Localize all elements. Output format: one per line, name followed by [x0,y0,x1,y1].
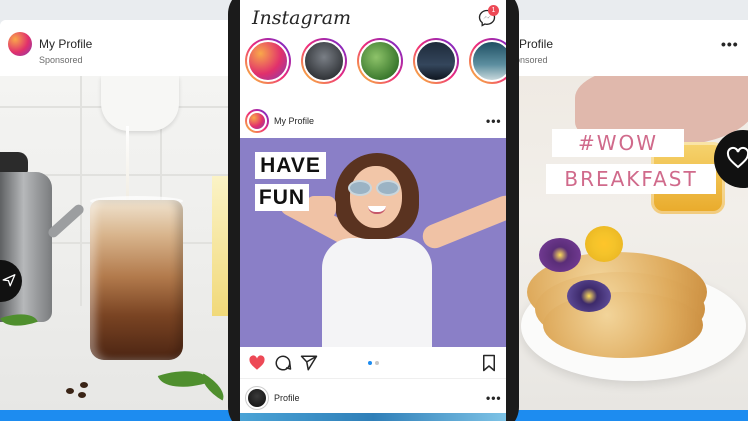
left-card-header: My Profile Sponsored [0,20,236,76]
post-divider [240,378,506,379]
story-item[interactable] [357,38,403,84]
post-actions-bar [240,350,506,376]
left-card-cta-strip[interactable] [0,410,236,421]
overlay-breakfast-text: BREAKFAST [546,164,716,194]
story-item[interactable] [301,38,347,84]
overlay-wow-text: #WOW [552,129,684,157]
right-card-profile-name[interactable]: Profile [519,37,553,51]
next-post-profile-name[interactable]: Profile [274,393,300,403]
right-ad-card: Profile onsored ••• #WOW BREAKFAST [515,20,748,421]
stories-tray [245,38,506,88]
left-card-avatar[interactable] [8,32,32,56]
phone-screen: Instagram 1 My Profile ••• HAVE FUN Prof… [240,0,506,421]
carousel-indicator [368,361,380,365]
instagram-logo[interactable]: Instagram [252,7,351,29]
next-post-more-button[interactable]: ••• [486,391,502,405]
right-card-more-button[interactable]: ••• [721,36,739,52]
comment-icon[interactable] [274,354,292,372]
notification-badge: 1 [488,5,499,16]
overlay-have-text: HAVE [255,152,326,179]
like-icon[interactable] [248,354,266,372]
post-profile-name[interactable]: My Profile [274,116,314,126]
left-card-profile-name[interactable]: My Profile [39,37,92,51]
story-item[interactable] [469,38,506,84]
next-post-header: Profile ••• [240,384,506,412]
overlay-fun-text: FUN [255,184,309,211]
post-avatar[interactable] [245,109,269,133]
left-card-sponsored-label: Sponsored [39,55,83,65]
next-post-image[interactable] [240,413,506,421]
right-card-cta-strip[interactable] [515,410,748,421]
share-icon[interactable] [300,354,318,372]
right-card-photo: #WOW BREAKFAST [515,76,748,411]
heart-icon [726,146,748,169]
right-card-sponsored-label: onsored [515,55,548,65]
post-image[interactable]: HAVE FUN [240,138,506,347]
post-header: My Profile ••• [240,106,506,138]
story-item[interactable] [413,38,459,84]
next-post-avatar[interactable] [246,387,268,409]
send-icon [2,274,16,287]
left-card-photo [0,76,236,411]
bookmark-icon[interactable] [481,354,497,372]
right-card-header: Profile onsored ••• [515,20,748,76]
post-more-button[interactable]: ••• [486,114,502,128]
left-ad-card: My Profile Sponsored [0,20,236,421]
story-item[interactable] [245,38,291,84]
